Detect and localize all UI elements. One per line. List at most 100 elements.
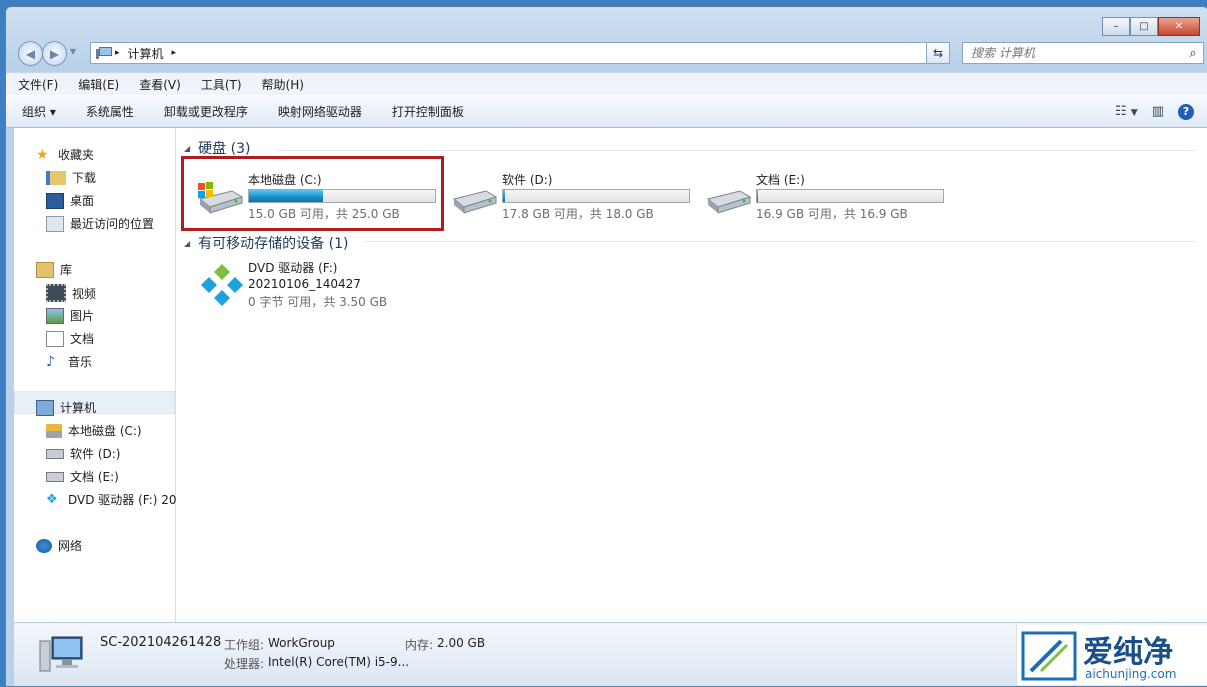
drive-name: DVD 驱动器 (F:) (248, 261, 338, 275)
sidebar-item-documents[interactable]: 文档 (46, 330, 94, 347)
sidebar-item-pictures[interactable]: 图片 (46, 307, 94, 324)
desktop-icon (46, 192, 64, 209)
preview-pane-button[interactable]: ▥ (1152, 104, 1164, 119)
back-button[interactable]: ◀ (18, 41, 43, 66)
refresh-button[interactable]: ⇆ (926, 42, 950, 64)
star-icon: ★ (36, 146, 49, 163)
sidebar-label: 文档 (70, 332, 95, 346)
forward-button[interactable]: ▶ (42, 41, 67, 66)
drive-free-space: 15.0 GB 可用，共 25.0 GB (248, 207, 400, 221)
sidebar-item-drive-c[interactable]: 本地磁盘 (C:) (46, 422, 142, 439)
menu-edit[interactable]: 编辑(E) (66, 76, 127, 93)
watermark: 爱纯净 aichunjing.com (1016, 625, 1207, 685)
sidebar-label: 库 (60, 263, 73, 277)
processor-value: Intel(R) Core(TM) i5-9... (268, 655, 410, 669)
command-bar: 组织 ▾ 系统属性 卸载或更改程序 映射网络驱动器 打开控制面板 ☷ ▼ ▥ ? (6, 95, 1207, 128)
group-header-hdd[interactable]: ◢ 硬盘 (3) (184, 138, 250, 158)
content-pane: ◢ 硬盘 (3) 本地磁盘 (C:) 15.0 GB 可用，共 25.0 GB (176, 128, 1207, 622)
drive-free-space: 17.8 GB 可用，共 18.0 GB (502, 207, 654, 221)
sidebar-item-drive-e[interactable]: 文档 (E:) (46, 468, 119, 485)
system-drive-icon (46, 423, 62, 438)
drive-tile-d[interactable]: 软件 (D:) 17.8 GB 可用，共 18.0 GB (450, 171, 710, 226)
sidebar-item-recent[interactable]: 最近访问的位置 (46, 215, 154, 232)
sidebar-item-downloads[interactable]: 下载 (46, 169, 96, 186)
menu-file[interactable]: 文件(F) (6, 76, 66, 93)
maximize-button[interactable]: □ (1130, 17, 1158, 36)
drive-free-space: 16.9 GB 可用，共 16.9 GB (756, 207, 908, 221)
workgroup-value: WorkGroup (268, 636, 335, 650)
system-drive-icon (198, 182, 244, 214)
watermark-text: 爱纯净 (1083, 635, 1173, 670)
video-icon (46, 284, 66, 302)
breadcrumb-computer[interactable]: 计算机 (128, 45, 164, 62)
drive-name: 软件 (D:) (502, 173, 553, 187)
forward-arrow-icon: ▶ (49, 46, 60, 61)
view-list-icon: ☷ (1114, 104, 1127, 119)
sidebar-label: 桌面 (70, 194, 95, 208)
system-properties-button[interactable]: 系统属性 (70, 103, 148, 120)
preview-pane-icon: ▥ (1151, 104, 1164, 119)
sidebar-label: 本地磁盘 (C:) (68, 424, 142, 438)
dvd-drive-icon (201, 264, 243, 306)
search-box: ⌕ (962, 42, 1204, 64)
computer-name: SC-202104261428 (100, 635, 222, 650)
sidebar-item-desktop[interactable]: 桌面 (46, 192, 94, 209)
picture-icon (46, 307, 64, 324)
uninstall-program-button[interactable]: 卸载或更改程序 (148, 103, 262, 120)
close-button[interactable]: ✕ (1158, 17, 1200, 36)
search-input[interactable] (963, 45, 1183, 61)
music-note-icon: ♪ (46, 353, 55, 370)
collapse-triangle-icon: ◢ (184, 143, 191, 153)
drive-tile-e[interactable]: 文档 (E:) 16.9 GB 可用，共 16.9 GB (704, 171, 964, 226)
sidebar-item-dvd-f[interactable]: ❖ DVD 驱动器 (F:) 20 (46, 491, 177, 508)
menu-help[interactable]: 帮助(H) (250, 76, 312, 93)
sidebar-label: 最近访问的位置 (70, 217, 155, 231)
sidebar-label: 文档 (E:) (70, 470, 119, 484)
refresh-icon: ⇆ (932, 46, 944, 60)
drive-free-space: 0 字节 可用，共 3.50 GB (248, 295, 388, 309)
open-control-panel-button[interactable]: 打开控制面板 (376, 103, 478, 120)
workgroup-label: 工作组: (224, 638, 265, 652)
caption-buttons: – □ ✕ (1102, 17, 1200, 36)
breadcrumb-sep-icon: ▸ (115, 48, 120, 58)
sidebar-label: 软件 (D:) (70, 447, 121, 461)
group-title: 硬盘 (3) (198, 141, 251, 157)
sidebar-label: 收藏夹 (58, 148, 95, 162)
watermark-url: aichunjing.com (1085, 667, 1177, 681)
recent-places-icon (46, 215, 64, 232)
hard-drive-icon (46, 471, 64, 482)
menu-tools[interactable]: 工具(T) (189, 76, 250, 93)
watermark-logo-icon (1021, 631, 1077, 681)
sidebar-item-music[interactable]: ♪ 音乐 (46, 353, 92, 370)
address-bar[interactable]: ▸ 计算机 ▸ ▼ (90, 42, 950, 64)
group-divider (276, 150, 1196, 151)
hard-drive-icon (706, 190, 752, 214)
group-header-removable[interactable]: ◢ 有可移动存储的设备 (1) (184, 233, 348, 253)
sidebar-favorites[interactable]: ★ 收藏夹 (36, 146, 94, 163)
sidebar-label: 计算机 (60, 401, 97, 415)
disc-label: 20210106_140427 (248, 277, 361, 291)
collapse-triangle-icon: ◢ (184, 238, 191, 248)
sidebar-libraries[interactable]: 库 (36, 261, 72, 278)
memory-value: 2.00 GB (437, 636, 486, 650)
drive-name: 文档 (E:) (756, 173, 805, 187)
search-icon[interactable]: ⌕ (1183, 46, 1203, 61)
drive-name: 本地磁盘 (C:) (248, 173, 322, 187)
back-arrow-icon: ◀ (25, 46, 36, 61)
processor-label: 处理器: (224, 657, 265, 671)
recent-pages-dropdown[interactable]: ▼ (70, 47, 76, 56)
help-button[interactable]: ? (1178, 103, 1194, 120)
sidebar-item-videos[interactable]: 视频 (46, 284, 96, 302)
minimize-button[interactable]: – (1102, 17, 1130, 36)
view-options-button[interactable]: ☷ ▼ (1115, 104, 1138, 119)
map-network-drive-button[interactable]: 映射网络驱动器 (262, 103, 376, 120)
network-icon (36, 538, 52, 553)
sidebar-item-drive-d[interactable]: 软件 (D:) (46, 445, 120, 462)
sidebar-label: 网络 (58, 539, 83, 553)
organize-button[interactable]: 组织 ▾ (6, 103, 70, 120)
drive-tile-c[interactable]: 本地磁盘 (C:) 15.0 GB 可用，共 25.0 GB (196, 171, 456, 226)
drive-tile-dvd-f[interactable]: DVD 驱动器 (F:) 20210106_140427 0 字节 可用，共 3… (196, 259, 456, 314)
sidebar-computer[interactable]: 计算机 (36, 399, 96, 416)
sidebar-network[interactable]: 网络 (36, 537, 82, 554)
menu-view[interactable]: 查看(V) (127, 76, 189, 93)
